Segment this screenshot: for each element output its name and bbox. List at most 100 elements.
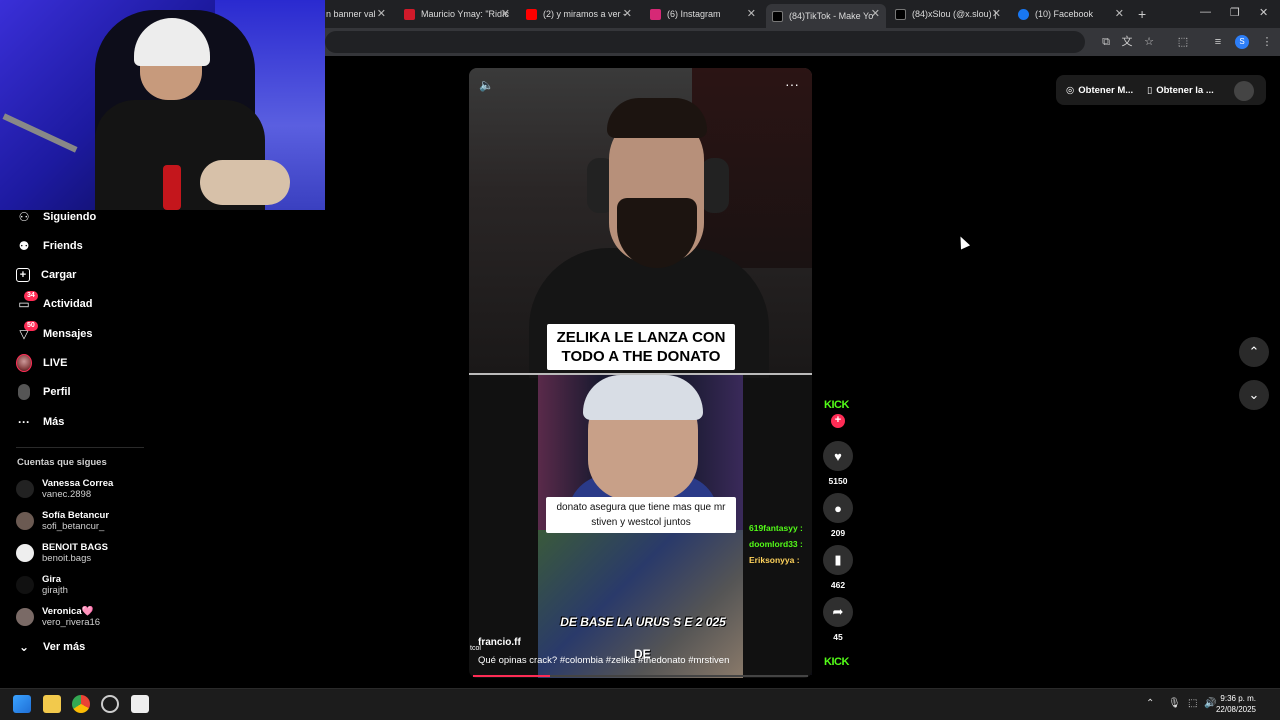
chat-message: 619fantasyy : [749, 523, 803, 533]
browser-tab[interactable]: (6) Instagram ✕ [644, 4, 762, 24]
video-player[interactable]: ZELIKA LE LANZA CON TODO A THE DONATO 🔈 … [469, 68, 812, 678]
comment-button[interactable]: ● [823, 493, 853, 523]
close-icon[interactable]: ✕ [501, 7, 510, 20]
close-icon[interactable]: ✕ [1115, 7, 1124, 20]
chevron-up-icon[interactable]: ⌃ [1146, 698, 1154, 709]
share-button[interactable]: ➦ [823, 597, 853, 627]
avatar [16, 576, 34, 594]
sidebar-item-mas[interactable]: ··· Más [16, 412, 64, 432]
bookmark-star-icon[interactable]: ☆ [1142, 35, 1156, 49]
obs-icon[interactable] [101, 695, 119, 713]
save-button[interactable]: ▮ [823, 545, 853, 575]
kick-logo[interactable]: KICK [824, 399, 849, 411]
chevron-up-icon: ⌃ [1248, 344, 1260, 359]
video-caption-top: ZELIKA LE LANZA CON TODO A THE DONATO [547, 324, 735, 370]
notification-badge: 34 [24, 291, 38, 301]
facebook-icon [1018, 8, 1029, 20]
sidebar-item-siguiendo[interactable]: ⚇ Siguiendo [16, 207, 97, 227]
more-icon: ··· [18, 415, 30, 429]
friends-icon: ⚉ [18, 239, 30, 253]
previous-video-button[interactable]: ⌃ [1239, 337, 1269, 367]
sidebar-item-mensajes[interactable]: ▽ 50 Mensajes [16, 321, 93, 344]
avatar[interactable] [1234, 81, 1254, 101]
divider [16, 447, 144, 448]
volume-icon[interactable]: 🔈 [479, 78, 494, 92]
media-icon[interactable]: ≡ [1211, 35, 1225, 49]
followed-account[interactable]: Gira girajth [16, 572, 68, 598]
sidebar-item-actividad[interactable]: ▭ 34 Actividad [16, 291, 93, 314]
app-icon[interactable] [131, 695, 149, 713]
clock[interactable]: 9:36 p. m. 22/08/2025 [1216, 693, 1256, 715]
get-pc-app-button[interactable]: ▯ Obtener la ... [1147, 77, 1214, 103]
video-caption-mid: donato asegura que tiene mas que mr stiv… [546, 497, 736, 533]
video-top-frame: ZELIKA LE LANZA CON TODO A THE DONATO [469, 68, 812, 378]
more-options-icon[interactable]: ··· [785, 76, 799, 92]
video-watermark: tcol [470, 645, 481, 652]
close-icon[interactable]: ✕ [747, 7, 756, 20]
avatar [16, 544, 34, 562]
tiktok-icon [772, 10, 783, 22]
sidebar-item-live[interactable]: LIVE [16, 353, 67, 373]
coin-icon: ◎ [1066, 84, 1075, 96]
avatar [16, 512, 34, 530]
chevron-down-icon: ⌄ [1248, 387, 1260, 402]
translate-icon[interactable]: 文 [1120, 35, 1134, 49]
followed-account[interactable]: BENOIT BAGS benoit.bags [16, 540, 108, 566]
extensions-icon[interactable]: ⬚ [1176, 35, 1190, 49]
follow-plus-icon[interactable]: + [831, 414, 845, 428]
followed-account[interactable]: Veronica🩷 vero_rivera16 [16, 604, 100, 630]
sidebar-item-friends[interactable]: ⚉ Friends [16, 236, 83, 256]
youtube-icon [526, 8, 537, 20]
minimize-icon[interactable]: — [1200, 6, 1211, 18]
start-icon[interactable] [13, 695, 31, 713]
upload-icon: + [16, 268, 30, 282]
close-icon[interactable]: ✕ [623, 7, 632, 20]
site-icon [404, 8, 415, 20]
next-video-button[interactable]: ⌄ [1239, 380, 1269, 410]
mic-icon[interactable]: 🎙 [1168, 698, 1181, 709]
bookmark-icon: ▮ [834, 552, 842, 567]
share-count: 45 [833, 632, 843, 642]
mouse-cursor [955, 234, 971, 250]
close-icon[interactable]: ✕ [377, 7, 386, 20]
video-author[interactable]: francio.ff [478, 637, 521, 648]
red-can [163, 165, 181, 210]
chrome-icon[interactable] [72, 695, 90, 713]
screen: n banner val ✕ Mauricio Ymay: "Ridíc ✕ (2)… [0, 0, 1280, 720]
network-icon[interactable]: ⬚ [1188, 698, 1197, 709]
like-button[interactable]: ♥ [823, 441, 853, 471]
get-app-button[interactable]: ◎ Obtener M... [1066, 77, 1133, 103]
video-progress-bar[interactable] [473, 675, 808, 677]
following-icon: ⚇ [18, 210, 30, 224]
close-icon[interactable]: ✕ [871, 7, 880, 20]
activity-icon: ▭ 34 [16, 291, 38, 312]
menu-icon[interactable]: ⋮ [1260, 35, 1274, 49]
following-accounts-title: Cuentas que sigues [17, 457, 107, 468]
profile-avatar[interactable]: S [1235, 35, 1249, 49]
browser-tab[interactable]: (2) y miramos a ver - ✕ [520, 4, 638, 24]
new-tab-button[interactable]: + [1138, 6, 1146, 22]
video-description[interactable]: Qué opinas crack? #colombia #zelika #the… [478, 655, 729, 666]
browser-tab[interactable]: n banner val ✕ [320, 4, 392, 24]
messages-icon: ▽ 50 [16, 321, 38, 342]
close-window-icon[interactable]: ✕ [1259, 6, 1268, 19]
followed-account[interactable]: Sofía Betancur sofi_betancur_ [16, 508, 109, 534]
address-bar[interactable] [325, 31, 1085, 53]
see-more-button[interactable]: ⌄ Ver más [16, 637, 85, 657]
sidebar-item-cargar[interactable]: + Cargar [16, 265, 76, 285]
restore-icon[interactable]: ❐ [1230, 6, 1240, 19]
close-icon[interactable]: ✕ [992, 7, 1001, 20]
sidebar-item-perfil[interactable]: Perfil [16, 382, 71, 402]
browser-tab-active[interactable]: (84)TikTok - Make Yo ✕ [766, 4, 886, 28]
kick-logo-bottom: KICK [824, 656, 849, 668]
chat-message: doomlord33 : [749, 539, 803, 549]
volume-icon[interactable]: 🔊 [1204, 698, 1216, 709]
avatar [16, 608, 34, 626]
followed-account[interactable]: Vanessa Correa vanec.2898 [16, 476, 113, 502]
browser-tab[interactable]: (10) Facebook ✕ [1012, 4, 1130, 24]
browser-tab[interactable]: (84)xSlou (@x.slou) | ✕ [889, 4, 1007, 24]
cast-icon[interactable]: ⧉ [1099, 35, 1113, 49]
tiktok-icon [895, 8, 906, 20]
file-explorer-icon[interactable] [43, 695, 61, 713]
browser-tab[interactable]: Mauricio Ymay: "Ridíc ✕ [398, 4, 516, 24]
